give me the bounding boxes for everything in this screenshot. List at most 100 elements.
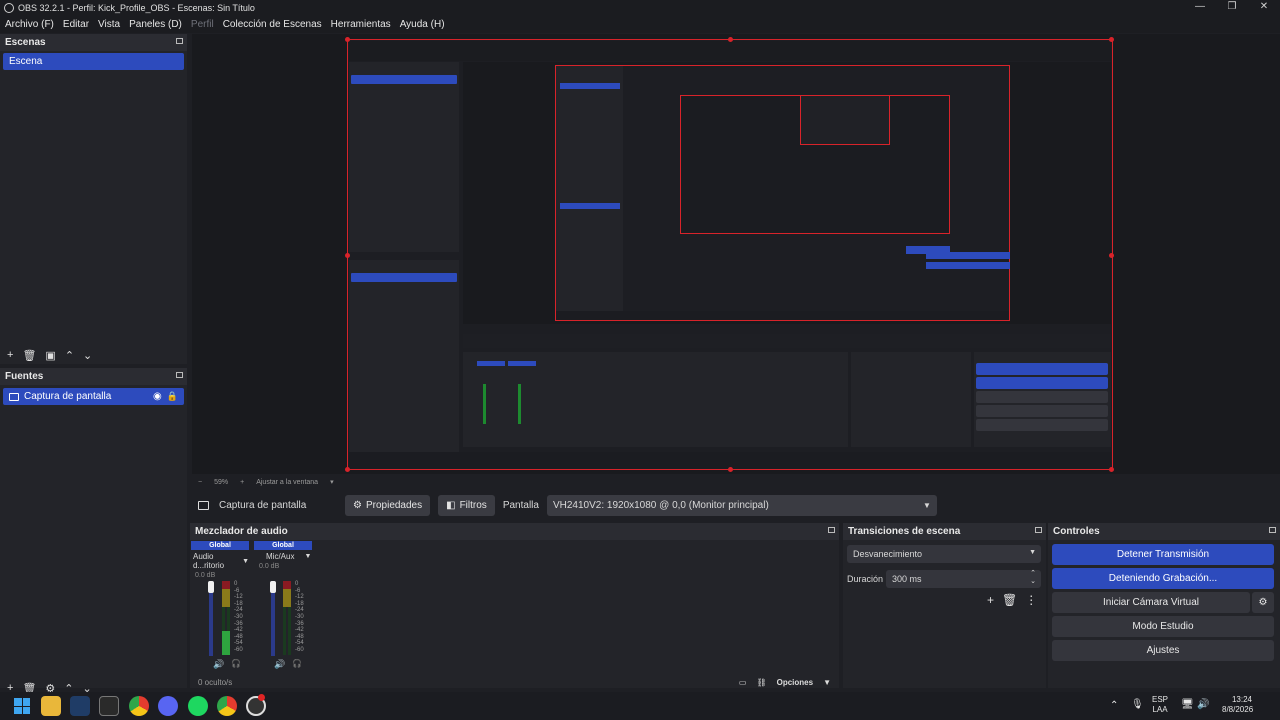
undock-icon[interactable] (176, 372, 183, 378)
undock-icon[interactable] (828, 527, 835, 533)
move-up-icon[interactable]: ⌃ (65, 349, 74, 362)
headphone-monitor-icon[interactable]: 🎧 (231, 659, 241, 668)
chevron-down-icon[interactable]: ▾ (330, 478, 334, 486)
minimize-button[interactable]: — (1184, 0, 1216, 16)
menu-vista[interactable]: Vista (98, 19, 120, 30)
transition-select[interactable]: Desvanecimiento ▼ (847, 545, 1041, 563)
menu-herramientas[interactable]: Herramientas (331, 19, 391, 30)
speaker-icon[interactable]: 🔊 (274, 659, 285, 670)
file-explorer-icon[interactable] (41, 696, 61, 716)
undock-icon[interactable] (176, 38, 183, 44)
resize-handle[interactable] (345, 37, 350, 42)
lock-icon[interactable]: 🔒 (167, 388, 178, 405)
studio-mode-button[interactable]: Modo Estudio (1052, 616, 1274, 637)
zoom-in-icon[interactable]: + (240, 479, 244, 486)
move-down-icon[interactable]: ⌄ (83, 349, 92, 362)
window-titlebar: OBS 32.2.1 - Perfil: Kick_Profile_OBS - … (0, 0, 1280, 16)
gear-icon: ⚙ (353, 499, 362, 511)
headphone-monitor-icon[interactable]: 🎧 (292, 659, 302, 668)
remove-transition-icon[interactable]: 🗑 (1002, 593, 1017, 607)
audio-mixer-dock: Mezclador de audio Global Audio d...rito… (190, 523, 839, 688)
transitions-dock: Transiciones de escena Desvanecimiento ▼ … (843, 523, 1046, 688)
resize-handle[interactable] (1109, 467, 1114, 472)
chevron-down-icon[interactable]: ▼ (304, 553, 311, 560)
discord-icon[interactable] (158, 696, 178, 716)
meter-scale: 0 -6 -12 -18 -24 -30 -36 -42 -48 -54 -60 (234, 581, 243, 653)
virtual-camera-button[interactable]: Iniciar Cámara Virtual (1052, 592, 1250, 613)
resize-handle[interactable] (345, 253, 350, 258)
properties-button[interactable]: ⚙ Propiedades (345, 494, 431, 516)
language-indicator[interactable]: ESP LAA (1152, 695, 1168, 715)
maximize-button[interactable]: ❐ (1216, 0, 1248, 16)
close-button[interactable]: ✕ (1248, 0, 1280, 16)
menu-perfil[interactable]: Perfil (191, 19, 214, 30)
nested-transitions (851, 352, 971, 447)
resize-handle[interactable] (1109, 37, 1114, 42)
speaker-icon[interactable]: 🔊 (213, 659, 224, 670)
scene-filters-icon[interactable]: ▣ (45, 349, 55, 362)
screen-capture-preview[interactable] (345, 37, 1114, 472)
monitor-icon (9, 392, 19, 401)
spotify-icon[interactable] (188, 696, 208, 716)
transitions-title: Transiciones de escena (843, 523, 1046, 540)
menu-coleccion-escenas[interactable]: Colección de Escenas (223, 19, 322, 30)
monitor-icon (198, 500, 209, 510)
volume-slider-handle[interactable] (208, 581, 214, 593)
epic-games-icon[interactable] (99, 696, 119, 716)
duration-spinbox[interactable]: 300 ms ⌃ ⌄ (886, 570, 1041, 588)
chevron-down-icon: ▼ (923, 500, 931, 510)
volume-icon[interactable]: 🔊 (1197, 699, 1209, 710)
more-options-icon[interactable]: ⋮ (1025, 593, 1037, 607)
window-controls: — ❐ ✕ (1184, 0, 1280, 16)
nested-mixer (463, 352, 848, 447)
resize-handle[interactable] (728, 467, 733, 472)
clock[interactable]: 13:24 8/8/2026 (1222, 695, 1253, 715)
meter-scale: 0 -6 -12 -18 -24 -30 -36 -42 -48 -54 -60 (295, 581, 304, 653)
remove-scene-icon[interactable]: 🗑 (22, 349, 36, 362)
windows-start-icon[interactable] (12, 696, 32, 716)
chevron-down-icon[interactable]: ▼ (823, 678, 831, 687)
microphone-icon[interactable]: 🎙 (1131, 699, 1144, 710)
chrome-profile-icon[interactable] (217, 696, 237, 716)
scene-item-escena[interactable]: Escena (3, 53, 184, 70)
undock-icon[interactable] (1269, 527, 1276, 533)
link-icon[interactable]: ⛓ (756, 678, 766, 687)
resize-handle[interactable] (728, 37, 733, 42)
undock-icon[interactable] (1035, 527, 1042, 533)
visibility-eye-icon[interactable]: ◉ (153, 388, 162, 405)
menu-ayuda[interactable]: Ayuda (H) (400, 19, 445, 30)
fit-window-label[interactable]: Ajustar a la ventana (256, 479, 318, 486)
filters-button[interactable]: ◧ Filtros (438, 494, 495, 516)
menu-archivo[interactable]: Archivo (F) (5, 19, 54, 30)
resize-handle[interactable] (345, 467, 350, 472)
options-button[interactable]: Opciones (777, 678, 813, 687)
virtual-camera-settings-icon[interactable]: ⚙ (1252, 592, 1274, 613)
menu-editar[interactable]: Editar (63, 19, 89, 30)
controls-dock: Controles Detener Transmisión Deteniendo… (1048, 523, 1280, 688)
channel-name: Mic/Aux (266, 552, 295, 561)
resize-handle[interactable] (1109, 253, 1114, 258)
network-icon[interactable]: 🖥 (1181, 699, 1194, 710)
menu-paneles[interactable]: Paneles (D) (129, 19, 182, 30)
add-transition-icon[interactable]: + (987, 593, 994, 607)
stop-stream-button[interactable]: Detener Transmisión (1052, 544, 1274, 565)
steam-icon[interactable] (70, 696, 90, 716)
channel-db: 0.0 dB (259, 563, 280, 570)
duration-label: Duración (847, 574, 884, 584)
add-scene-icon[interactable]: + (7, 349, 13, 361)
zoom-level: 59% (214, 478, 229, 486)
mixer-layout-icon[interactable]: ▭ (739, 678, 747, 687)
source-item-captura[interactable]: Captura de pantalla ◉ 🔒 (3, 388, 184, 405)
volume-slider-handle[interactable] (270, 581, 276, 593)
stop-recording-button[interactable]: Deteniendo Grabación... (1052, 568, 1274, 589)
settings-button[interactable]: Ajustes (1052, 640, 1274, 661)
scenes-dock-title: Escenas (0, 34, 187, 51)
chevron-up-icon[interactable]: ⌃ (1110, 700, 1118, 711)
nested-titlebar (349, 41, 1111, 51)
display-select[interactable]: VH2410V2: 1920x1080 @ 0,0 (Monitor princ… (546, 494, 937, 516)
chevron-down-icon[interactable]: ▼ (242, 558, 249, 565)
nested-menubar (349, 51, 1111, 61)
channel-db: 0.0 dB (195, 572, 216, 579)
chrome-icon[interactable] (129, 696, 149, 716)
zoom-out-icon[interactable]: − (198, 479, 202, 486)
